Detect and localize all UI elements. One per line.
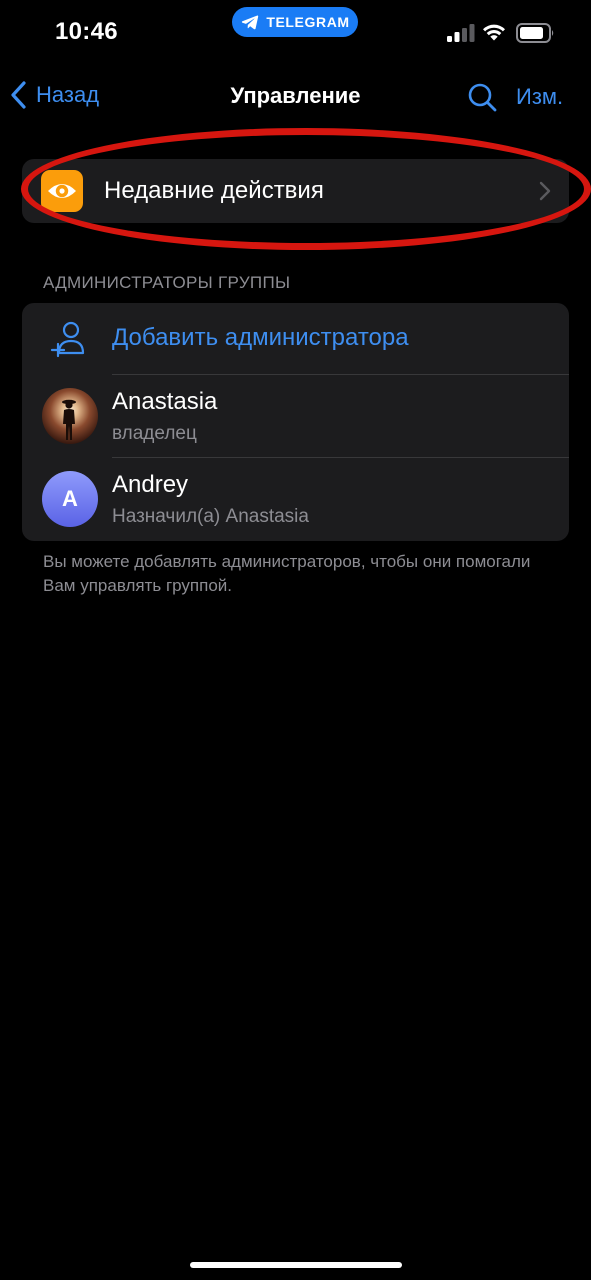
page-title: Управление bbox=[230, 83, 361, 108]
cellular-signal-icon bbox=[447, 24, 475, 42]
status-time: 10:46 bbox=[55, 18, 118, 45]
admin-role: Назначил(а) Anastasia bbox=[112, 506, 309, 527]
avatar bbox=[42, 388, 98, 444]
admin-role: владелец bbox=[112, 423, 197, 444]
section-footer: Вы можете добавлять администраторов, что… bbox=[43, 552, 531, 595]
wifi-icon bbox=[483, 24, 505, 41]
chevron-right-icon bbox=[539, 181, 551, 201]
eye-icon bbox=[48, 184, 76, 198]
admin-row-anastasia[interactable]: Anastasia владелец bbox=[22, 375, 569, 458]
edit-button[interactable]: Изм. bbox=[516, 84, 563, 110]
add-admin-label: Добавить администратора bbox=[112, 324, 409, 351]
admin-name: Anastasia bbox=[112, 388, 218, 415]
avatar-initial: A bbox=[62, 486, 78, 511]
admin-row-andrey[interactable]: A Andrey Назначил(а) Anastasia bbox=[22, 458, 569, 541]
recent-actions-icon-box bbox=[41, 170, 83, 212]
recent-actions-label: Недавние действия bbox=[104, 177, 324, 204]
navigation-bar: Назад Управление Изм. bbox=[0, 70, 591, 122]
search-icon[interactable] bbox=[466, 81, 498, 113]
add-person-icon bbox=[50, 321, 85, 358]
recent-actions-cell[interactable]: Недавние действия bbox=[22, 159, 569, 223]
section-header: АДМИНИСТРАТОРЫ ГРУППЫ bbox=[43, 273, 291, 292]
battery-icon bbox=[516, 23, 554, 43]
admin-name: Andrey bbox=[112, 471, 189, 498]
add-admin-button[interactable]: Добавить администратора bbox=[22, 303, 569, 374]
silhouette-image bbox=[62, 399, 76, 440]
telegram-plane-icon bbox=[242, 15, 259, 30]
home-indicator[interactable] bbox=[190, 1262, 402, 1268]
avatar: A bbox=[42, 471, 98, 527]
admins-group: Добавить администратора Anastasia владел… bbox=[22, 303, 569, 541]
pill-label: TELEGRAM bbox=[266, 14, 350, 30]
telegram-pill[interactable]: TELEGRAM bbox=[232, 7, 358, 37]
status-bar: 10:46 TELEGRAM bbox=[0, 0, 591, 66]
